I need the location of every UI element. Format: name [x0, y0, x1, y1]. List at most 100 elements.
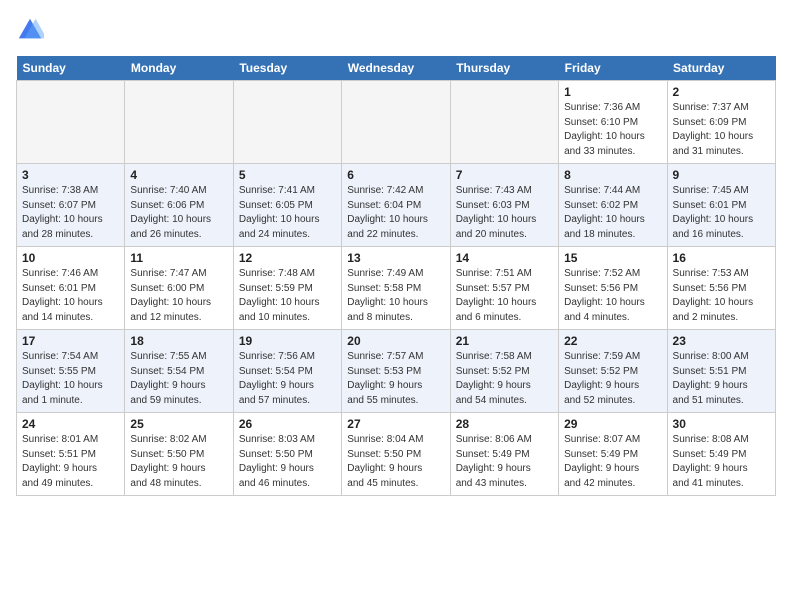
- week-row-5: 24Sunrise: 8:01 AM Sunset: 5:51 PM Dayli…: [17, 413, 776, 496]
- day-info: Sunrise: 7:52 AM Sunset: 5:56 PM Dayligh…: [564, 267, 661, 325]
- day-info: Sunrise: 8:08 AM Sunset: 5:49 PM Dayligh…: [673, 433, 770, 491]
- day-info: Sunrise: 8:04 AM Sunset: 5:50 PM Dayligh…: [347, 433, 444, 491]
- day-number: 25: [130, 417, 227, 431]
- logo-icon: [16, 16, 44, 44]
- day-number: 28: [456, 417, 553, 431]
- day-number: 29: [564, 417, 661, 431]
- calendar-cell: 30 Sunrise: 8:08 AM Sunset: 5:49 PM Dayli…: [667, 413, 775, 496]
- day-number: 23: [673, 334, 770, 348]
- day-number: 8: [564, 168, 661, 182]
- day-info: Sunrise: 8:03 AM Sunset: 5:50 PM Dayligh…: [239, 433, 336, 491]
- day-info: Sunrise: 7:48 AM Sunset: 5:59 PM Dayligh…: [239, 267, 336, 325]
- day-number: 17: [22, 334, 119, 348]
- calendar-cell: 19Sunrise: 7:56 AM Sunset: 5:54 PM Dayli…: [233, 330, 341, 413]
- day-info: Sunrise: 7:47 AM Sunset: 6:00 PM Dayligh…: [130, 267, 227, 325]
- calendar-cell: 10 Sunrise: 7:46 AM Sunset: 6:01 PM Dayli…: [17, 247, 125, 330]
- calendar-cell: 24Sunrise: 8:01 AM Sunset: 5:51 PM Dayli…: [17, 413, 125, 496]
- day-number: 1: [564, 85, 661, 99]
- calendar-cell: 8 Sunrise: 7:44 AM Sunset: 6:02 PM Daylig…: [559, 164, 667, 247]
- day-info: Sunrise: 8:00 AM Sunset: 5:51 PM Dayligh…: [673, 350, 770, 408]
- calendar-cell: 3 Sunrise: 7:38 AM Sunset: 6:07 PM Daylig…: [17, 164, 125, 247]
- day-info: Sunrise: 7:51 AM Sunset: 5:57 PM Dayligh…: [456, 267, 553, 325]
- calendar-cell: 21 Sunrise: 7:58 AM Sunset: 5:52 PM Dayli…: [450, 330, 558, 413]
- day-number: 4: [130, 168, 227, 182]
- calendar-cell: 1 Sunrise: 7:36 AM Sunset: 6:10 PM Daylig…: [559, 81, 667, 164]
- day-info: Sunrise: 7:37 AM Sunset: 6:09 PM Dayligh…: [673, 101, 770, 159]
- day-number: 12: [239, 251, 336, 265]
- day-info: Sunrise: 7:55 AM Sunset: 5:54 PM Dayligh…: [130, 350, 227, 408]
- day-number: 3: [22, 168, 119, 182]
- calendar-cell: 9Sunrise: 7:45 AM Sunset: 6:01 PM Daylig…: [667, 164, 775, 247]
- calendar-cell: 15 Sunrise: 7:52 AM Sunset: 5:56 PM Dayli…: [559, 247, 667, 330]
- day-info: Sunrise: 7:54 AM Sunset: 5:55 PM Dayligh…: [22, 350, 119, 408]
- calendar-cell: 14 Sunrise: 7:51 AM Sunset: 5:57 PM Dayli…: [450, 247, 558, 330]
- calendar-cell: [17, 81, 125, 164]
- day-number: 14: [456, 251, 553, 265]
- header-sunday: Sunday: [17, 56, 125, 81]
- week-row-2: 3 Sunrise: 7:38 AM Sunset: 6:07 PM Daylig…: [17, 164, 776, 247]
- day-number: 27: [347, 417, 444, 431]
- calendar-cell: 7 Sunrise: 7:43 AM Sunset: 6:03 PM Daylig…: [450, 164, 558, 247]
- header-wednesday: Wednesday: [342, 56, 450, 81]
- calendar-cell: 26 Sunrise: 8:03 AM Sunset: 5:50 PM Dayli…: [233, 413, 341, 496]
- day-info: Sunrise: 7:43 AM Sunset: 6:03 PM Dayligh…: [456, 184, 553, 242]
- page-header: [16, 16, 776, 44]
- day-number: 13: [347, 251, 444, 265]
- calendar-cell: 22 Sunrise: 7:59 AM Sunset: 5:52 PM Dayli…: [559, 330, 667, 413]
- day-info: Sunrise: 7:53 AM Sunset: 5:56 PM Dayligh…: [673, 267, 770, 325]
- day-info: Sunrise: 7:57 AM Sunset: 5:53 PM Dayligh…: [347, 350, 444, 408]
- day-info: Sunrise: 7:45 AM Sunset: 6:01 PM Dayligh…: [673, 184, 770, 242]
- logo: [16, 16, 48, 44]
- day-number: 26: [239, 417, 336, 431]
- calendar-cell: 29 Sunrise: 8:07 AM Sunset: 5:49 PM Dayli…: [559, 413, 667, 496]
- week-row-4: 17 Sunrise: 7:54 AM Sunset: 5:55 PM Dayli…: [17, 330, 776, 413]
- day-info: Sunrise: 7:46 AM Sunset: 6:01 PM Dayligh…: [22, 267, 119, 325]
- calendar-header-row: SundayMondayTuesdayWednesdayThursdayFrid…: [17, 56, 776, 81]
- header-monday: Monday: [125, 56, 233, 81]
- calendar-cell: [125, 81, 233, 164]
- day-info: Sunrise: 7:40 AM Sunset: 6:06 PM Dayligh…: [130, 184, 227, 242]
- calendar-cell: [342, 81, 450, 164]
- calendar-cell: 27 Sunrise: 8:04 AM Sunset: 5:50 PM Dayli…: [342, 413, 450, 496]
- day-number: 20: [347, 334, 444, 348]
- calendar-cell: 12 Sunrise: 7:48 AM Sunset: 5:59 PM Dayli…: [233, 247, 341, 330]
- day-number: 15: [564, 251, 661, 265]
- day-number: 10: [22, 251, 119, 265]
- day-info: Sunrise: 7:59 AM Sunset: 5:52 PM Dayligh…: [564, 350, 661, 408]
- header-thursday: Thursday: [450, 56, 558, 81]
- day-number: 18: [130, 334, 227, 348]
- calendar-cell: 18 Sunrise: 7:55 AM Sunset: 5:54 PM Dayli…: [125, 330, 233, 413]
- day-number: 6: [347, 168, 444, 182]
- day-info: Sunrise: 7:36 AM Sunset: 6:10 PM Dayligh…: [564, 101, 661, 159]
- week-row-3: 10 Sunrise: 7:46 AM Sunset: 6:01 PM Dayli…: [17, 247, 776, 330]
- calendar-cell: 4 Sunrise: 7:40 AM Sunset: 6:06 PM Daylig…: [125, 164, 233, 247]
- day-info: Sunrise: 7:49 AM Sunset: 5:58 PM Dayligh…: [347, 267, 444, 325]
- day-info: Sunrise: 7:56 AM Sunset: 5:54 PM Dayligh…: [239, 350, 336, 408]
- header-friday: Friday: [559, 56, 667, 81]
- day-number: 11: [130, 251, 227, 265]
- day-info: Sunrise: 7:44 AM Sunset: 6:02 PM Dayligh…: [564, 184, 661, 242]
- day-number: 5: [239, 168, 336, 182]
- day-number: 7: [456, 168, 553, 182]
- day-info: Sunrise: 8:01 AM Sunset: 5:51 PM Dayligh…: [22, 433, 119, 491]
- day-info: Sunrise: 7:38 AM Sunset: 6:07 PM Dayligh…: [22, 184, 119, 242]
- day-number: 30: [673, 417, 770, 431]
- calendar-cell: [450, 81, 558, 164]
- calendar-table: SundayMondayTuesdayWednesdayThursdayFrid…: [16, 56, 776, 496]
- calendar-cell: 16 Sunrise: 7:53 AM Sunset: 5:56 PM Dayli…: [667, 247, 775, 330]
- calendar-cell: 20 Sunrise: 7:57 AM Sunset: 5:53 PM Dayli…: [342, 330, 450, 413]
- day-info: Sunrise: 7:41 AM Sunset: 6:05 PM Dayligh…: [239, 184, 336, 242]
- day-number: 16: [673, 251, 770, 265]
- day-number: 22: [564, 334, 661, 348]
- day-info: Sunrise: 7:58 AM Sunset: 5:52 PM Dayligh…: [456, 350, 553, 408]
- day-info: Sunrise: 8:07 AM Sunset: 5:49 PM Dayligh…: [564, 433, 661, 491]
- week-row-1: 1 Sunrise: 7:36 AM Sunset: 6:10 PM Daylig…: [17, 81, 776, 164]
- day-number: 2: [673, 85, 770, 99]
- calendar-cell: 2 Sunrise: 7:37 AM Sunset: 6:09 PM Daylig…: [667, 81, 775, 164]
- calendar-cell: 17 Sunrise: 7:54 AM Sunset: 5:55 PM Dayli…: [17, 330, 125, 413]
- day-info: Sunrise: 8:06 AM Sunset: 5:49 PM Dayligh…: [456, 433, 553, 491]
- day-info: Sunrise: 8:02 AM Sunset: 5:50 PM Dayligh…: [130, 433, 227, 491]
- day-number: 21: [456, 334, 553, 348]
- calendar-cell: 28 Sunrise: 8:06 AM Sunset: 5:49 PM Dayli…: [450, 413, 558, 496]
- calendar-cell: 13 Sunrise: 7:49 AM Sunset: 5:58 PM Dayli…: [342, 247, 450, 330]
